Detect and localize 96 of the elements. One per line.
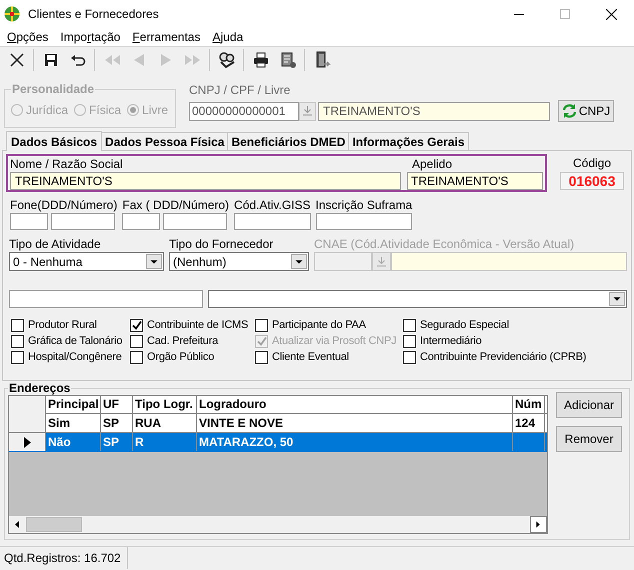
row-pointer-icon [24,436,30,448]
table-row[interactable]: Não SP R MATARAZZO, 50 [9,433,547,452]
scroll-right-icon[interactable] [530,516,547,533]
checkbox-label: Contribuinte Previdenciário (CPRB) [420,350,586,365]
checkbox[interactable] [11,318,24,332]
refresh-icon [562,104,577,118]
field-label: Código [572,155,612,172]
field-label: Tipo do Fornecedor [169,236,274,252]
text-input[interactable] [9,290,203,308]
table-row[interactable]: Sim SP RUA VINTE E NOVE 124 [9,414,547,433]
table-cell: 124 [513,414,545,432]
table-cell: R [133,433,197,451]
field-label: Cód.Ativ.GISS [234,198,311,213]
table-cell: Sim [46,414,101,432]
field-label: CNPJ / CPF / Livre [189,82,290,99]
action-button[interactable]: Remover [556,426,622,452]
checkbox-label: Intermediário [420,334,482,349]
checkbox[interactable] [130,334,143,348]
close-icon [8,51,26,69]
checkbox[interactable] [11,350,24,364]
field-label: Tipo de Atividade [9,236,101,252]
checkbox-label: Contribuinte de ICMS [147,318,248,333]
area-code-input[interactable] [122,213,160,230]
table-cell: Não [46,433,101,451]
menu-item[interactable]: Importação [54,29,126,45]
group-title: Endereços [8,382,72,394]
field-label: Fone(DDD/Número) [10,198,118,213]
checkbox[interactable] [403,318,416,332]
table-cell: MATARAZZO, 50 [197,433,513,451]
action-button[interactable]: Adicionar [556,392,622,418]
radio-label: Física [89,102,122,119]
document-icon [278,51,296,69]
tab[interactable]: Beneficiários DMED [228,132,350,150]
cnae-input[interactable] [314,252,372,271]
table-cell: RUA [133,414,197,432]
checkbox-label: Gráfica de Talonário [28,334,122,349]
checkbox-label: Participante do PAA [272,318,366,333]
checkbox[interactable] [255,318,268,332]
checkbox[interactable] [403,350,416,364]
cnpj-input[interactable]: 00000000000001 [189,102,299,120]
menu-item[interactable]: Ferramentas [126,29,206,45]
close-icon [606,8,616,20]
table-cell: SP [101,433,133,451]
number-input[interactable] [163,213,228,230]
checkbox-label: Segurado Especial [420,318,509,333]
text-input[interactable] [234,213,311,230]
field-label: Apelido [411,156,452,172]
name-input[interactable]: TREINAMENTO'S [10,172,401,190]
number-input[interactable] [51,213,115,230]
checkbox-label: Cad. Prefeitura [147,334,218,349]
checkbox-label: Hospital/Congênere [28,350,122,365]
table-cell: VINTE E NOVE [197,414,513,432]
checkbox[interactable] [255,350,268,364]
scrollbar-thumb[interactable] [26,517,82,532]
text-input[interactable] [316,213,412,230]
tab[interactable]: Dados Básicos [6,131,102,151]
menu-item[interactable]: Ajuda [206,29,250,45]
name-field[interactable]: TREINAMENTO'S [318,102,550,120]
checkbox-label: Produtor Rural [28,318,97,333]
horizontal-scrollbar[interactable] [9,516,547,533]
nickname-input[interactable]: TREINAMENTO'S [407,172,543,190]
activity-dropdown[interactable]: 0 - Nenhuma [9,252,164,271]
lookup-button[interactable] [299,102,316,120]
status-text: Qtd.Registros: 16.702 [0,547,128,569]
checkbox-label: Atualizar via Prosoft CNPJ [272,334,396,349]
checkbox[interactable] [11,334,24,348]
field-label: Inscrição Suframa [316,198,412,213]
download-arrow-icon [377,256,386,266]
checkbox[interactable] [130,318,143,332]
radio-label: Livre [142,102,168,119]
app-icon [4,6,20,22]
field-label: Nome / Razão Social [10,156,123,172]
dropdown[interactable] [208,290,627,308]
field-label: Fax ( DDD/Número) [122,198,230,213]
code-field: 016063 [560,172,624,190]
group-title: Personalidade [11,81,96,98]
lookup-button[interactable] [372,252,391,271]
printer-icon [252,51,270,69]
checkbox[interactable] [403,334,416,348]
supplier-type-dropdown[interactable]: (Nenhum) [169,252,309,271]
checkbox-label: Cliente Eventual [272,350,349,365]
radio-label: Jurídica [26,102,68,119]
download-arrow-icon [303,106,312,116]
maximize-icon [560,9,570,19]
checkbox[interactable] [130,350,143,364]
cnpj-button[interactable]: CNPJ [558,100,614,122]
table-cell: SP [101,414,133,432]
window-title: Clientes e Fornecedores [28,6,159,23]
menu-item[interactable]: Opções [1,29,54,45]
cnae-description-field[interactable] [391,252,627,271]
field-label: CNAE (Cód.Atividade Econômica - Versão Atual) [314,236,574,252]
area-code-input[interactable] [10,213,48,230]
checkbox-label: Orgão Público [147,350,214,365]
people-icon [218,51,236,69]
tab[interactable]: Informações Gerais [349,132,469,150]
tab[interactable]: Dados Pessoa Física [102,132,228,150]
